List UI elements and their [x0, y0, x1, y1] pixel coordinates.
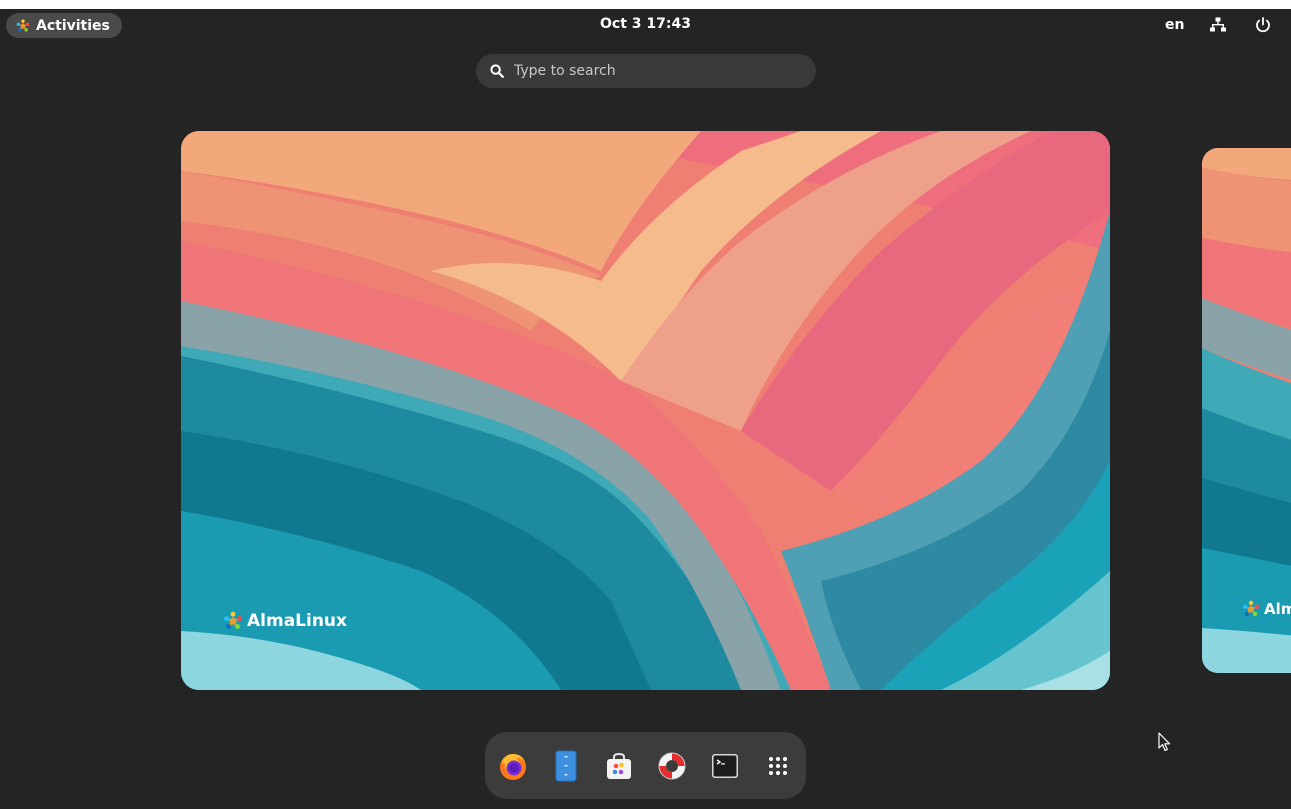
terminal-icon [712, 753, 738, 778]
dash-item-help[interactable] [655, 749, 689, 783]
files-icon [555, 750, 577, 781]
current-workspace-thumbnail[interactable]: AlmaLinux [181, 131, 1110, 690]
dash [485, 732, 806, 799]
dash-item-software[interactable] [602, 749, 636, 783]
almalinux-logo-icon [1242, 600, 1260, 618]
search-entry[interactable] [476, 54, 816, 88]
search-icon [490, 64, 504, 78]
almalinux-logo-icon [223, 611, 243, 631]
next-workspace-thumbnail[interactable]: AlmaLinux [1202, 148, 1291, 673]
help-lifebuoy-icon [658, 752, 686, 779]
date-time-clock[interactable]: Oct 3 17:43 [0, 16, 1291, 32]
search-input[interactable] [514, 63, 774, 79]
gnome-overview: Activities Oct 3 17:43 en Type to search… [0, 9, 1291, 809]
almalinux-wallpaper-logo: AlmaLinux [223, 611, 347, 631]
almalinux-wallpaper-logo: AlmaLinux [1242, 600, 1291, 618]
dash-item-terminal[interactable] [708, 749, 742, 783]
dash-item-files[interactable] [549, 749, 583, 783]
mouse-pointer-icon [1158, 732, 1171, 752]
dash-item-firefox[interactable] [496, 749, 530, 783]
keyboard-layout-indicator[interactable]: en [1165, 17, 1184, 33]
top-bar: Activities Oct 3 17:43 en [0, 9, 1291, 41]
brand-text: AlmaLinux [1264, 600, 1291, 618]
software-bag-icon [607, 752, 631, 779]
wallpaper [1202, 148, 1291, 673]
brand-text: AlmaLinux [247, 611, 347, 631]
wallpaper [181, 131, 1110, 690]
network-wired-icon[interactable] [1209, 16, 1227, 34]
show-apps-button[interactable] [761, 749, 795, 783]
app-grid-icon [769, 756, 787, 775]
power-icon[interactable] [1254, 16, 1272, 34]
firefox-icon [500, 753, 526, 780]
